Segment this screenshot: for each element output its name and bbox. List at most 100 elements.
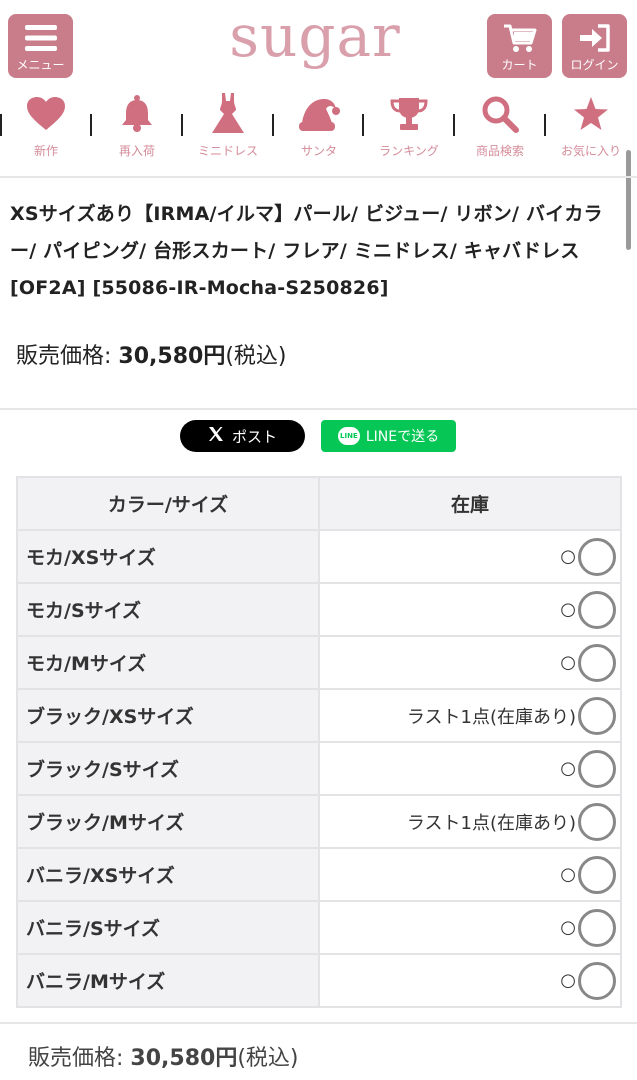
option-cell: ブラック/Mサイズ: [16, 794, 320, 849]
nav-separator: [362, 114, 364, 136]
bell-icon: [120, 92, 154, 136]
stock-status: ○: [560, 652, 576, 673]
table-row: モカ/XSサイズ ○: [16, 529, 622, 584]
menu-button[interactable]: メニュー: [8, 14, 73, 78]
login-label: ログイン: [570, 58, 619, 72]
variant-radio[interactable]: [578, 643, 616, 682]
trophy-icon: [390, 92, 428, 136]
nav-item-mini-dress[interactable]: ミニドレス: [187, 92, 269, 164]
nav-label: お気に入り: [560, 144, 621, 158]
option-cell: バニラ/Mサイズ: [16, 953, 320, 1008]
option-cell: モカ/Sサイズ: [16, 582, 320, 637]
footer-price: 販売価格: 30,580円(税込): [28, 1040, 299, 1072]
x-post-button[interactable]: ポスト: [180, 420, 305, 452]
stock-cell-content: ○: [320, 855, 616, 894]
line-share-button[interactable]: LINE LINEで送る: [321, 420, 456, 452]
variant-radio[interactable]: [578, 537, 616, 576]
nav-item-ranking[interactable]: ランキング: [368, 92, 450, 164]
stock-cell: ○: [318, 900, 622, 955]
price-label: 販売価格:: [28, 1046, 124, 1071]
stock-status: ラスト1点(在庫あり): [406, 812, 576, 834]
stock-cell: ○: [318, 635, 622, 690]
nav-item-santa[interactable]: サンタ: [278, 92, 360, 164]
nav-separator: [272, 114, 274, 136]
variant-radio[interactable]: [578, 855, 616, 894]
stock-cell-content: ○: [320, 749, 616, 788]
stock-cell: ○: [318, 529, 622, 584]
stock-cell-content: ○: [320, 643, 616, 682]
variant-radio[interactable]: [578, 961, 616, 1000]
x-logo-icon: [208, 426, 224, 446]
variant-radio[interactable]: [578, 749, 616, 788]
stock-status: ○: [560, 758, 576, 779]
variant-radio[interactable]: [578, 908, 616, 947]
nav-item-new[interactable]: 新作: [5, 92, 87, 164]
price-value: 30,580円: [130, 1046, 238, 1071]
column-header-stock: 在庫: [318, 476, 622, 531]
nav-item-search[interactable]: 商品検索: [459, 92, 541, 164]
stock-status: ○: [560, 970, 576, 991]
stock-cell: ○: [318, 582, 622, 637]
cart-button[interactable]: カート: [487, 14, 552, 78]
variant-radio[interactable]: [578, 802, 616, 841]
stock-cell-content: ラスト1点(在庫あり): [320, 696, 616, 735]
divider: [0, 408, 637, 410]
price-label: 販売価格:: [16, 344, 112, 369]
site-logo[interactable]: sugar: [200, 2, 430, 70]
santa-hat-icon: [298, 92, 340, 136]
login-button[interactable]: ログイン: [562, 14, 627, 78]
nav-item-restock[interactable]: 再入荷: [96, 92, 178, 164]
stock-status: ○: [560, 599, 576, 620]
stock-cell-content: ラスト1点(在庫あり): [320, 802, 616, 841]
stock-cell: ○: [318, 953, 622, 1008]
cart-icon: [503, 22, 537, 54]
stock-status: ラスト1点(在庫あり): [406, 706, 576, 728]
login-icon: [578, 22, 612, 54]
nav-label: ランキング: [379, 144, 439, 158]
option-cell: ブラック/XSサイズ: [16, 688, 320, 743]
dress-icon: [208, 92, 248, 136]
column-header-option: カラー/サイズ: [16, 476, 320, 531]
option-cell: ブラック/Sサイズ: [16, 741, 320, 796]
nav-separator: [544, 114, 546, 136]
cart-label: カート: [501, 58, 538, 72]
x-post-label: ポスト: [231, 427, 277, 446]
variant-radio[interactable]: [578, 696, 616, 735]
tax-note: (税込): [225, 344, 287, 369]
stock-cell: ○: [318, 741, 622, 796]
nav-label: ミニドレス: [197, 144, 258, 158]
table-row: バニラ/XSサイズ ○: [16, 847, 622, 902]
option-cell: モカ/Mサイズ: [16, 635, 320, 690]
stock-cell: ○: [318, 847, 622, 902]
product-price: 販売価格: 30,580円(税込): [16, 338, 287, 370]
table-row: モカ/Mサイズ ○: [16, 635, 622, 690]
option-cell: モカ/XSサイズ: [16, 529, 320, 584]
table-header-row: カラー/サイズ 在庫: [16, 476, 622, 531]
nav-separator: [90, 114, 92, 136]
variant-radio[interactable]: [578, 590, 616, 629]
stock-cell: ラスト1点(在庫あり): [318, 688, 622, 743]
divider: [0, 176, 637, 178]
stock-cell-content: ○: [320, 537, 616, 576]
stock-status: ○: [560, 864, 576, 885]
table-row: ブラック/Sサイズ ○: [16, 741, 622, 796]
tax-note: (税込): [237, 1046, 299, 1071]
nav-separator: [0, 114, 2, 136]
site-header: メニュー sugar カート ログイン: [0, 0, 637, 86]
stock-cell: ラスト1点(在庫あり): [318, 794, 622, 849]
heart-icon: [27, 92, 65, 136]
page-scrollbar[interactable]: [626, 150, 631, 250]
divider: [0, 1022, 637, 1024]
nav-label: 新作: [33, 144, 58, 158]
price-value: 30,580円: [118, 344, 226, 369]
option-cell: バニラ/XSサイズ: [16, 847, 320, 902]
stock-cell-content: ○: [320, 590, 616, 629]
nav-item-favorites[interactable]: お気に入り: [550, 92, 632, 164]
nav-separator: [453, 114, 455, 136]
stock-status: ○: [560, 546, 576, 567]
nav-separator: [181, 114, 183, 136]
product-title: XSサイズあり【IRMA/イルマ】パール/ ビジュー/ リボン/ バイカラー/ …: [10, 203, 603, 299]
hamburger-icon: [24, 22, 57, 54]
category-nav: 新作 再入荷 ミニドレス サンタ ランキング 商品検索 お気に入り: [0, 92, 637, 164]
table-row: バニラ/Sサイズ ○: [16, 900, 622, 955]
